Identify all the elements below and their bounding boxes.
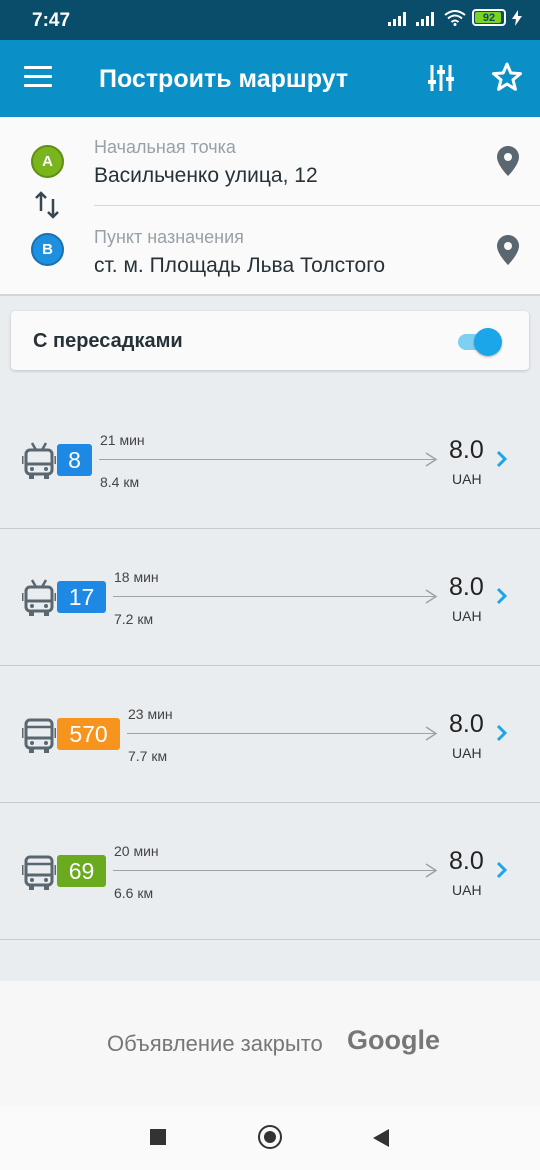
battery-level: 92	[482, 11, 496, 24]
chevron-right-icon	[496, 450, 508, 468]
route-line	[127, 733, 435, 734]
page-title: Построить маршрут	[99, 65, 349, 93]
route-number-badge: 8	[57, 444, 92, 476]
status-time: 7:47	[32, 10, 71, 31]
charging-icon	[512, 9, 522, 26]
chevron-right-icon	[496, 861, 508, 879]
route-row[interactable]: 8 21 мин 8.4 км 8.0 UAH	[0, 392, 540, 529]
route-row[interactable]: 69 20 мин 6.6 км 8.0 UAH	[0, 803, 540, 940]
card-divider	[94, 205, 540, 206]
route-number-badge: 17	[57, 581, 106, 613]
ad-brand: Google	[347, 1025, 440, 1055]
arrow-right-icon	[425, 726, 438, 741]
route-currency: UAH	[452, 471, 482, 487]
route-line	[99, 459, 435, 460]
transfers-setting: С пересадками	[11, 311, 529, 370]
start-point-input[interactable]: Васильченко улица, 12	[94, 164, 318, 188]
trolleybus-icon	[22, 442, 56, 479]
route-price: 8.0	[449, 710, 484, 738]
route-price: 8.0	[449, 573, 484, 601]
wifi-icon	[444, 9, 466, 26]
route-currency: UAH	[452, 608, 482, 624]
menu-button[interactable]	[24, 66, 52, 88]
arrow-right-icon	[425, 863, 438, 878]
status-icons: 92	[388, 9, 522, 26]
transfers-label: С пересадками	[33, 330, 183, 352]
route-row[interactable]: 570 23 мин 7.7 км 8.0 UAH	[0, 666, 540, 803]
route-line	[113, 870, 435, 871]
ad-closed-text: Объявление закрыто	[107, 1031, 323, 1056]
route-duration: 21 мин	[100, 432, 145, 448]
trolleybus-icon	[22, 579, 56, 616]
arrow-right-icon	[425, 452, 438, 467]
favorite-star-icon[interactable]	[492, 62, 522, 92]
route-number-badge: 570	[57, 718, 120, 750]
signal-icon-2	[416, 11, 434, 26]
start-point-label: Начальная точка	[94, 137, 236, 157]
end-map-pin-icon[interactable]	[497, 235, 519, 265]
chevron-right-icon	[496, 587, 508, 605]
swap-points-icon[interactable]	[34, 191, 60, 219]
route-duration: 20 мин	[114, 843, 159, 859]
route-price: 8.0	[449, 847, 484, 875]
filter-settings-icon[interactable]	[428, 64, 454, 92]
back-icon[interactable]	[372, 1128, 390, 1148]
route-distance: 7.7 км	[128, 748, 168, 764]
status-bar: 7:47 92	[0, 0, 540, 40]
route-number-badge: 69	[57, 855, 106, 887]
route-points-card: A Начальная точка Васильченко улица, 12 …	[0, 117, 540, 296]
end-point-label: Пункт назначения	[94, 227, 244, 247]
route-currency: UAH	[452, 882, 482, 898]
route-row[interactable]: 17 18 мин 7.2 км 8.0 UAH	[0, 529, 540, 666]
route-results-list: 8 21 мин 8.4 км 8.0 UAH 17 18 мин 7.2 км…	[0, 392, 540, 940]
route-distance: 8.4 км	[100, 474, 140, 490]
app-bar: Построить маршрут	[0, 40, 540, 117]
route-line	[113, 596, 435, 597]
route-currency: UAH	[452, 745, 482, 761]
transfers-toggle[interactable]	[458, 327, 503, 356]
end-point-input[interactable]: ст. м. Площадь Льва Толстого	[94, 254, 385, 278]
signal-icon	[388, 11, 406, 26]
bus-icon	[22, 718, 56, 753]
battery-icon: 92	[472, 9, 506, 26]
ad-banner: Объявление закрыто Google	[0, 981, 540, 1106]
route-duration: 18 мин	[114, 569, 159, 585]
chevron-right-icon	[496, 724, 508, 742]
system-nav-bar	[0, 1106, 540, 1170]
recent-apps-button[interactable]	[150, 1129, 166, 1145]
route-distance: 6.6 км	[114, 885, 154, 901]
arrow-right-icon	[425, 589, 438, 604]
route-duration: 23 мин	[128, 706, 173, 722]
end-point-badge: B	[31, 233, 64, 266]
home-button[interactable]	[258, 1125, 282, 1149]
start-point-badge: A	[31, 145, 64, 178]
bus-icon	[22, 855, 56, 890]
route-distance: 7.2 км	[114, 611, 154, 627]
start-map-pin-icon[interactable]	[497, 146, 519, 176]
route-price: 8.0	[449, 436, 484, 464]
